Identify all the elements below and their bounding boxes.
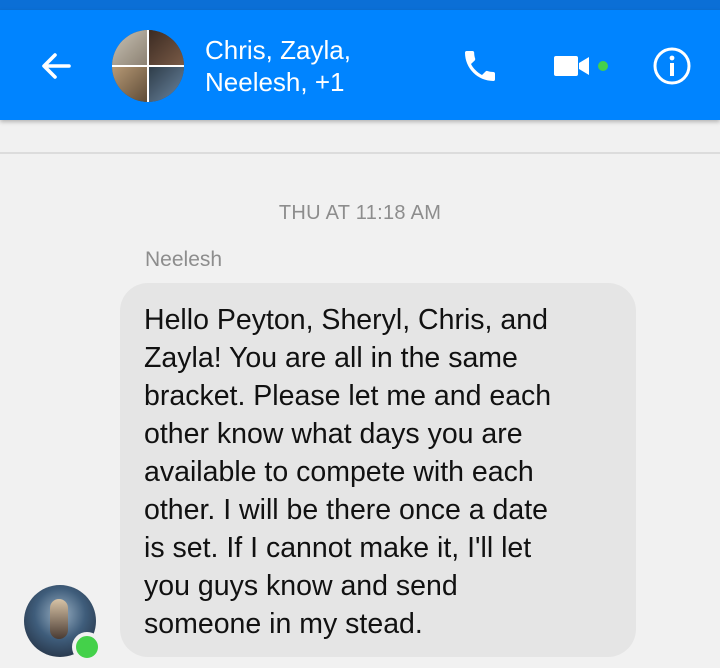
group-avatar[interactable] [112, 30, 184, 102]
info-button[interactable] [652, 46, 692, 86]
sender-name: Neelesh [145, 248, 223, 271]
message-timestamp: THU AT 11:18 AM [278, 202, 442, 224]
avatar-tile [148, 30, 184, 66]
message-bubble[interactable]: Hello Peyton, Sheryl, Chris, and Zayla! … [120, 283, 636, 657]
back-button[interactable] [32, 42, 80, 90]
info-icon [653, 47, 691, 85]
avatar-tile [112, 66, 148, 102]
title-line-1: Chris, Zayla, [205, 35, 351, 65]
voice-call-button[interactable] [458, 44, 502, 88]
avatar-tile [112, 30, 148, 66]
video-call-button[interactable] [552, 46, 616, 86]
back-arrow-icon [42, 53, 71, 79]
online-status-dot [72, 632, 102, 662]
video-available-dot [598, 61, 608, 71]
video-camera-icon [554, 56, 589, 76]
title-line-2: Neelesh, +1 [205, 67, 345, 97]
conversation-header: Chris, Zayla, Neelesh, +1 [0, 10, 720, 120]
divider [0, 152, 720, 154]
conversation-title[interactable]: Chris, Zayla, Neelesh, +1 [205, 34, 435, 98]
phone-icon [465, 51, 495, 81]
status-bar [0, 0, 720, 10]
avatar-tile [148, 66, 184, 102]
